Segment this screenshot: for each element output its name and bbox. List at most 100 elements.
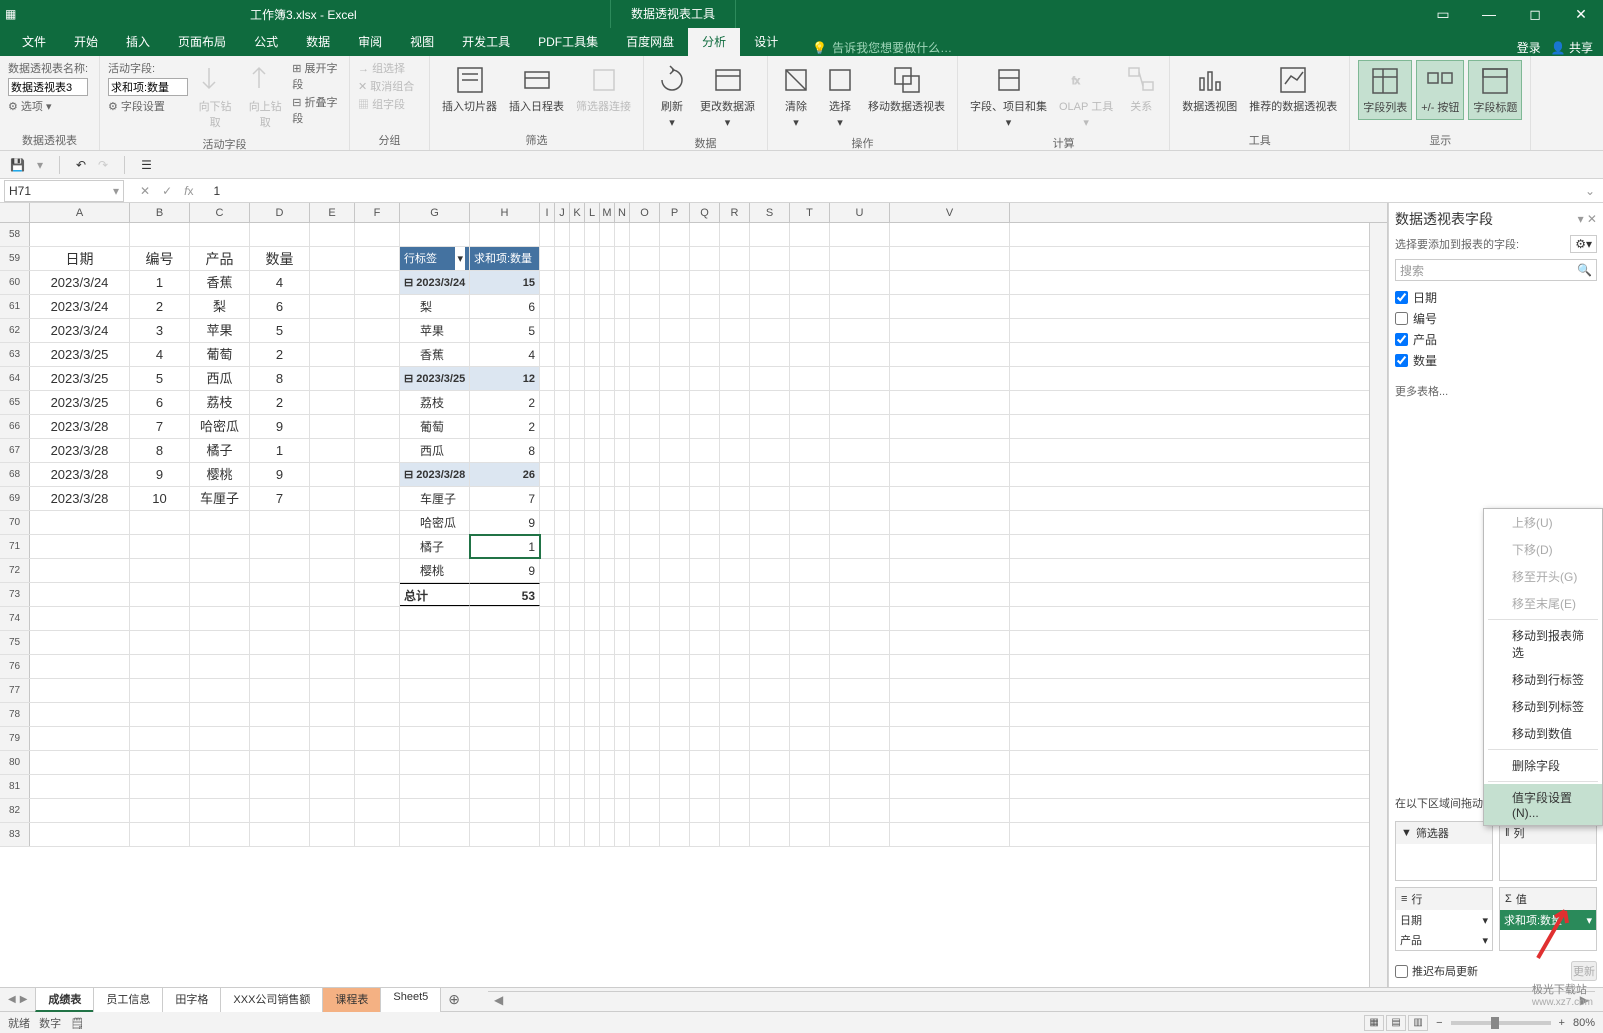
cell[interactable]: 2023/3/24 (30, 319, 130, 342)
cell[interactable] (585, 607, 600, 630)
cell[interactable] (630, 679, 660, 702)
cell[interactable] (790, 247, 830, 270)
cell[interactable] (630, 703, 660, 726)
col-header-Q[interactable]: Q (690, 203, 720, 222)
cell[interactable] (310, 463, 355, 486)
cell[interactable] (720, 631, 750, 654)
cell[interactable]: 香蕉 (190, 271, 250, 294)
cell[interactable] (790, 415, 830, 438)
cell[interactable]: 橘子 (400, 535, 470, 558)
cell[interactable] (690, 535, 720, 558)
cell[interactable] (720, 319, 750, 342)
cell[interactable] (660, 655, 690, 678)
cell[interactable] (540, 511, 555, 534)
cell[interactable] (130, 511, 190, 534)
cell[interactable] (540, 463, 555, 486)
cell[interactable] (555, 535, 570, 558)
cell[interactable] (355, 367, 400, 390)
cell[interactable]: 2023/3/28 (30, 487, 130, 510)
page-break-button[interactable]: ▥ (1408, 1015, 1428, 1031)
options-button[interactable]: ⚙ 选项 ▾ (8, 98, 52, 114)
cell[interactable]: 9 (250, 415, 310, 438)
cell[interactable] (130, 679, 190, 702)
cell[interactable] (690, 655, 720, 678)
cell[interactable] (190, 559, 250, 582)
sheet-nav[interactable]: ◀▶ (8, 994, 35, 1005)
col-header-B[interactable]: B (130, 203, 190, 222)
cell[interactable] (355, 583, 400, 606)
cell[interactable] (540, 319, 555, 342)
cell[interactable] (720, 271, 750, 294)
filter-area[interactable]: ▼ 筛选器 (1395, 821, 1493, 881)
ribbon-tab-3[interactable]: 页面布局 (164, 27, 240, 56)
cell[interactable] (585, 799, 600, 822)
cell[interactable] (570, 607, 585, 630)
select-all-triangle[interactable] (0, 203, 30, 222)
cell[interactable] (890, 463, 1010, 486)
col-header-U[interactable]: U (830, 203, 890, 222)
zoom-out-button[interactable]: − (1436, 1017, 1442, 1029)
cell[interactable] (660, 703, 690, 726)
cell[interactable] (615, 559, 630, 582)
cell[interactable] (470, 631, 540, 654)
cell[interactable]: 车厘子 (400, 487, 470, 510)
ribbon-tab-4[interactable]: 公式 (240, 27, 292, 56)
ribbon-tab-10[interactable]: 百度网盘 (612, 27, 688, 56)
cell[interactable] (470, 751, 540, 774)
cell[interactable] (690, 343, 720, 366)
olap-button[interactable]: fxOLAP 工具▾ (1055, 60, 1117, 133)
cell[interactable] (890, 271, 1010, 294)
accessibility-icon[interactable]: 🗒 (70, 1018, 84, 1030)
row-header[interactable]: 76 (0, 655, 30, 678)
cell[interactable] (790, 343, 830, 366)
cell[interactable] (600, 751, 615, 774)
cell[interactable]: 2 (470, 391, 540, 414)
cell[interactable] (310, 559, 355, 582)
cell[interactable] (615, 319, 630, 342)
group-selection-button[interactable]: → 组选择 (358, 60, 405, 76)
cell[interactable] (615, 367, 630, 390)
cell[interactable] (690, 439, 720, 462)
cell[interactable] (720, 415, 750, 438)
cell[interactable] (555, 775, 570, 798)
fx-icon[interactable]: fx (184, 184, 193, 198)
cell[interactable] (30, 751, 130, 774)
cell[interactable] (630, 727, 660, 750)
share-button[interactable]: 👤 共享 (1551, 39, 1593, 56)
cell[interactable] (750, 559, 790, 582)
cell[interactable] (630, 823, 660, 846)
cell[interactable] (555, 607, 570, 630)
ribbon-tab-5[interactable]: 数据 (292, 27, 344, 56)
cell[interactable] (355, 535, 400, 558)
cell[interactable] (830, 391, 890, 414)
cell[interactable] (355, 775, 400, 798)
cell[interactable] (310, 631, 355, 654)
cell[interactable] (830, 463, 890, 486)
cell[interactable] (130, 631, 190, 654)
cell[interactable] (660, 271, 690, 294)
cell[interactable] (585, 823, 600, 846)
cell[interactable]: 苹果 (190, 319, 250, 342)
cell[interactable] (585, 223, 600, 246)
cell[interactable] (690, 679, 720, 702)
cell[interactable] (310, 823, 355, 846)
cell[interactable] (630, 343, 660, 366)
cell[interactable] (190, 679, 250, 702)
cell[interactable] (540, 487, 555, 510)
cell[interactable] (660, 751, 690, 774)
context-menu-item[interactable]: 值字段设置(N)... (1484, 784, 1602, 825)
cell[interactable] (555, 751, 570, 774)
cell[interactable] (585, 295, 600, 318)
cell[interactable] (690, 703, 720, 726)
cell[interactable] (830, 583, 890, 606)
cell[interactable] (630, 439, 660, 462)
cell[interactable] (630, 607, 660, 630)
cell[interactable] (355, 511, 400, 534)
cell[interactable]: 10 (130, 487, 190, 510)
cell[interactable] (190, 799, 250, 822)
sheet-tab[interactable]: Sheet5 (380, 987, 441, 1012)
cell[interactable] (585, 703, 600, 726)
cell[interactable] (690, 631, 720, 654)
cell[interactable] (890, 439, 1010, 462)
cell[interactable] (355, 415, 400, 438)
